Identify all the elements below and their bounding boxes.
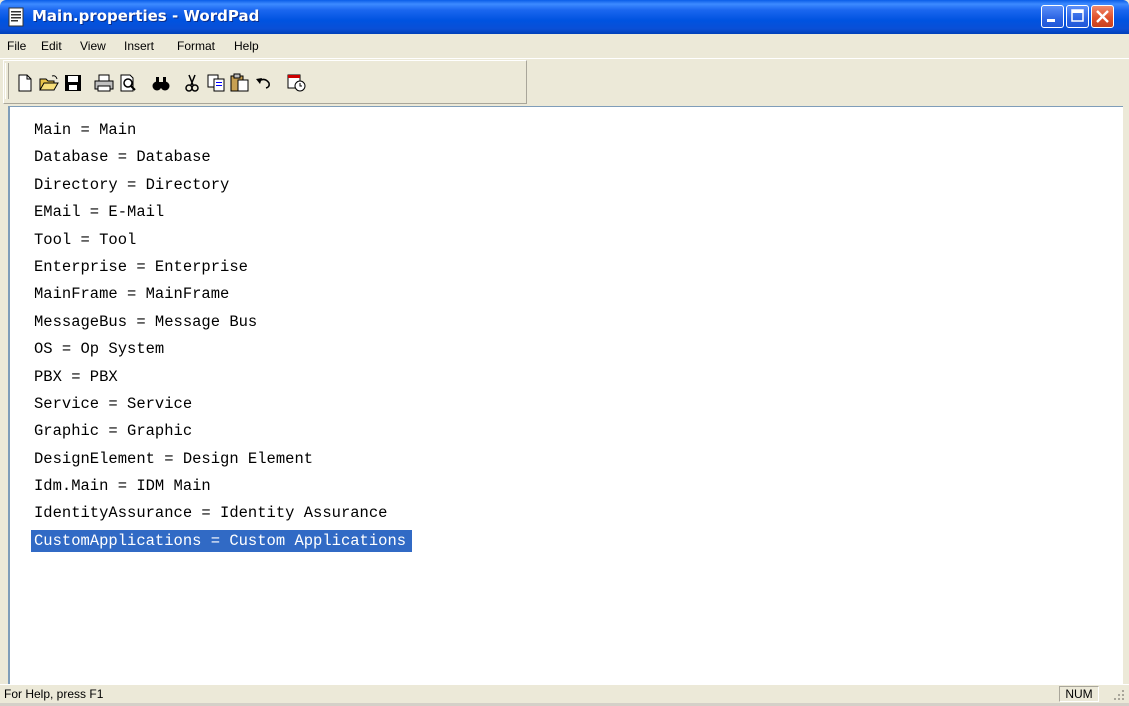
status-bar: For Help, press F1 NUM	[0, 684, 1129, 703]
document-line[interactable]: Service = Service	[34, 391, 412, 418]
print-button[interactable]	[93, 73, 115, 93]
save-icon	[65, 75, 81, 91]
undo-icon	[256, 78, 270, 89]
save-button[interactable]	[62, 73, 84, 93]
date-time-icon	[287, 74, 306, 92]
menu-edit[interactable]: Edit	[41, 39, 62, 53]
document-line[interactable]: Tool = Tool	[34, 227, 412, 254]
document-line[interactable]: OS = Op System	[34, 336, 412, 363]
print-icon	[94, 74, 114, 92]
cut-button[interactable]	[181, 73, 203, 93]
document-line[interactable]: DesignElement = Design Element	[34, 446, 412, 473]
minimize-icon	[1047, 19, 1055, 22]
document-line[interactable]: MainFrame = MainFrame	[34, 281, 412, 308]
menu-format[interactable]: Format	[177, 39, 215, 53]
document-line[interactable]: MessageBus = Message Bus	[34, 309, 412, 336]
print-preview-button[interactable]	[117, 73, 139, 93]
document-lines: Main = Main Database = Database Director…	[31, 117, 413, 555]
document-text-area[interactable]: Main = Main Database = Database Director…	[8, 106, 1123, 684]
status-help-text: For Help, press F1	[4, 687, 104, 701]
maximize-button[interactable]	[1066, 5, 1089, 28]
copy-icon	[207, 74, 225, 92]
paste-icon	[230, 73, 249, 92]
wordpad-window: Main.properties - WordPad File Edit View…	[0, 0, 1129, 703]
date-time-button[interactable]	[286, 73, 308, 93]
close-button[interactable]	[1091, 5, 1114, 28]
menu-file[interactable]: File	[7, 39, 26, 53]
document-line[interactable]: Graphic = Graphic	[34, 418, 412, 445]
resize-grip-icon[interactable]	[1110, 687, 1126, 702]
copy-button[interactable]	[205, 73, 227, 93]
document-line[interactable]: Database = Database	[34, 144, 412, 171]
minimize-button[interactable]	[1041, 5, 1064, 28]
menu-help[interactable]: Help	[234, 39, 259, 53]
document-line[interactable]: PBX = PBX	[34, 364, 412, 391]
document-line[interactable]: Directory = Directory	[34, 172, 412, 199]
new-button[interactable]	[14, 73, 36, 93]
document-line[interactable]: Main = Main	[34, 117, 412, 144]
title-bar[interactable]: Main.properties - WordPad	[0, 0, 1129, 34]
toolbar-grip[interactable]	[5, 63, 9, 99]
menu-bar: File Edit View Insert Format Help	[0, 34, 1129, 59]
maximize-icon	[1071, 9, 1084, 22]
window-title: Main.properties - WordPad	[32, 7, 260, 25]
selected-text[interactable]: CustomApplications = Custom Applications	[31, 529, 413, 552]
close-icon	[1096, 10, 1109, 23]
standard-toolbar	[3, 60, 527, 104]
cut-icon	[185, 74, 199, 92]
document-line[interactable]: Enterprise = Enterprise	[34, 254, 412, 281]
find-button[interactable]	[150, 73, 172, 93]
print-preview-icon	[120, 74, 136, 92]
new-icon	[18, 74, 32, 92]
menu-view[interactable]: View	[80, 39, 106, 53]
undo-button[interactable]	[253, 73, 275, 93]
open-button[interactable]	[38, 73, 60, 93]
num-lock-indicator: NUM	[1059, 686, 1099, 702]
open-icon	[39, 75, 59, 91]
wordpad-app-icon[interactable]	[7, 7, 25, 27]
find-icon	[152, 77, 170, 91]
document-line[interactable]: IdentityAssurance = Identity Assurance	[34, 500, 412, 527]
paste-button[interactable]	[229, 73, 251, 93]
document-line[interactable]: Idm.Main = IDM Main	[34, 473, 412, 500]
document-line[interactable]: EMail = E-Mail	[34, 199, 412, 226]
selected-document-line[interactable]: CustomApplications = Custom Applications	[31, 528, 413, 555]
menu-insert[interactable]: Insert	[124, 39, 154, 53]
